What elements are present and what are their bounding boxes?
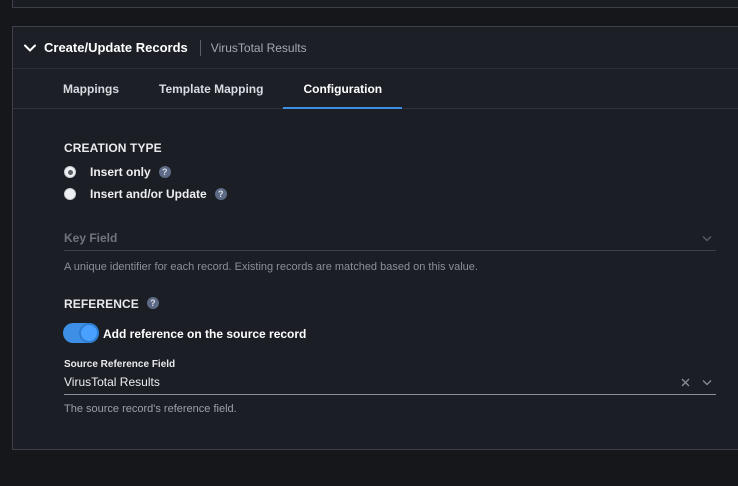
question-icon[interactable]: ? [158,166,171,178]
toggle-knob [79,323,99,343]
radio-insert-update[interactable]: Insert and/or Update ? [64,187,227,201]
chevron-down-icon[interactable] [23,41,37,55]
radio-insert-update-label: Insert and/or Update [90,187,207,201]
chevron-down-icon[interactable] [702,373,712,391]
reference-heading-row: REFERENCE ? [64,297,159,311]
creation-type-heading: CREATION TYPE [64,141,162,155]
tab-bar: Mappings Template Mapping Configuration [13,69,738,109]
source-reference-field-label: Source Reference Field [64,359,176,370]
previous-panel-edge [12,0,738,8]
chevron-down-icon[interactable] [702,229,712,247]
source-reference-field-hint: The source record's reference field. [64,403,237,415]
panel-title: Create/Update Records [44,40,188,55]
tab-configuration[interactable]: Configuration [283,69,402,109]
panel-header[interactable]: Create/Update Records VirusTotal Results [13,27,738,69]
reference-heading: REFERENCE [64,297,139,311]
tab-mappings[interactable]: Mappings [43,69,139,108]
radio-insert-only-label: Insert only [90,165,151,179]
tab-template-mapping[interactable]: Template Mapping [139,69,283,108]
add-reference-toggle[interactable] [63,323,99,343]
source-reference-field-select[interactable]: VirusTotal Results [64,373,716,395]
radio-button[interactable] [64,188,76,200]
question-icon[interactable]: ? [214,188,227,200]
source-reference-field-value: VirusTotal Results [64,375,160,389]
key-field-hint: A unique identifier for each record. Exi… [64,261,478,273]
radio-button-selected[interactable] [64,166,76,178]
radio-insert-only[interactable]: Insert only ? [64,165,171,179]
create-update-records-panel: Create/Update Records VirusTotal Results… [12,26,738,450]
configuration-content: CREATION TYPE Insert only ? Insert and/o… [13,109,738,449]
header-divider [199,39,201,56]
panel-subtitle: VirusTotal Results [210,40,307,55]
key-field-select[interactable]: Key Field [64,229,716,251]
add-reference-label: Add reference on the source record [103,327,307,341]
close-icon[interactable] [681,374,690,392]
question-icon[interactable]: ? [146,297,159,309]
key-field-placeholder: Key Field [64,231,118,245]
